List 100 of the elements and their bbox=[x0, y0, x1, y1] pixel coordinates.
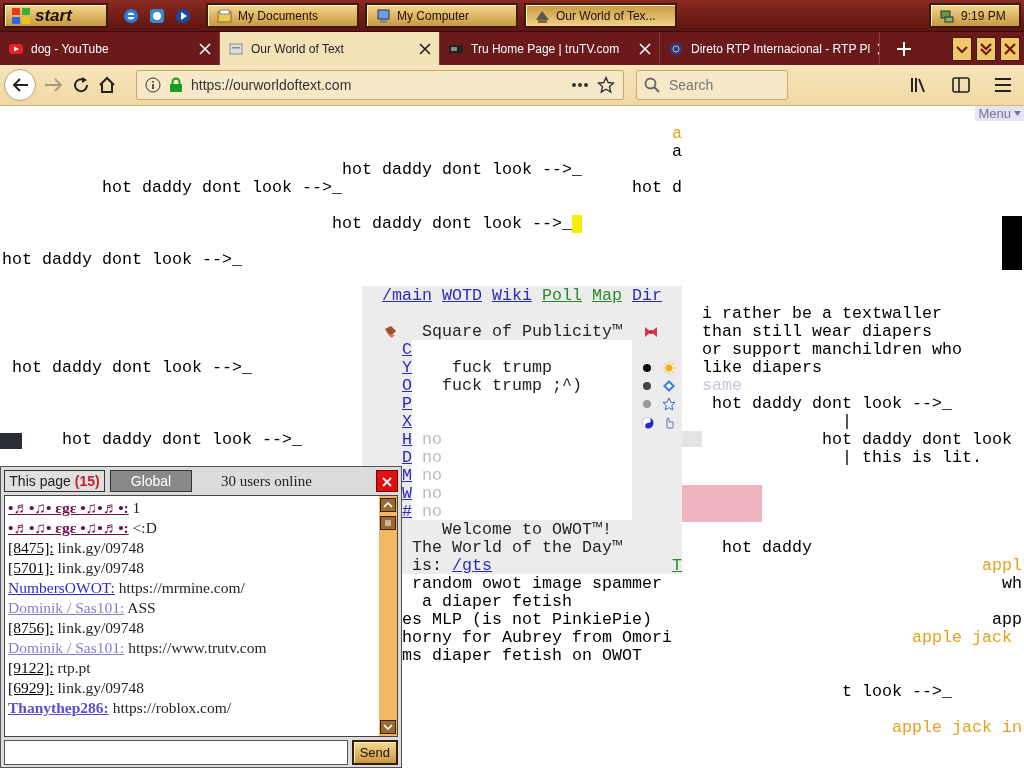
chat-tab[interactable]: Global bbox=[110, 470, 192, 492]
dot-icon[interactable] bbox=[642, 381, 652, 391]
media-player-icon[interactable] bbox=[174, 6, 192, 25]
canvas-text: t look -->_ bbox=[842, 683, 952, 701]
canvas-text: | this is lit. bbox=[842, 449, 982, 467]
canvas-text: hot daddy bbox=[722, 539, 812, 557]
canvas-text: a diaper fetish bbox=[422, 593, 572, 611]
network-icon bbox=[939, 7, 955, 24]
letter-link[interactable]: M bbox=[402, 467, 412, 485]
search-field[interactable]: Search bbox=[636, 70, 788, 100]
browser-e-icon[interactable] bbox=[122, 6, 140, 25]
scrollbar[interactable] bbox=[379, 496, 397, 736]
close-icon bbox=[382, 477, 392, 488]
canvas-text: i rather be a textwaller bbox=[702, 305, 942, 323]
app-icon[interactable] bbox=[148, 6, 166, 25]
canvas-text: is: bbox=[412, 557, 442, 575]
nav-link[interactable]: Map bbox=[592, 287, 622, 305]
canvas-text: hot daddy dont look -->_ bbox=[12, 359, 252, 377]
chat-message: •♬•♫• εgε •♫•♬•: <:D bbox=[8, 518, 158, 538]
dark-block bbox=[0, 433, 22, 449]
close-icon[interactable] bbox=[1000, 36, 1020, 61]
letter-link[interactable]: H bbox=[402, 431, 412, 449]
caret-icon bbox=[1014, 111, 1021, 116]
search-icon bbox=[644, 77, 660, 93]
scroll-down-icon[interactable] bbox=[380, 720, 396, 734]
canvas-text: like diapers bbox=[702, 359, 822, 377]
taskbar-button[interactable]: My Computer bbox=[365, 3, 518, 28]
folder-icon bbox=[216, 7, 233, 24]
caret-icon[interactable] bbox=[952, 36, 972, 61]
clock-time: 9:19 PM bbox=[961, 7, 1006, 25]
canvas-text: a bbox=[672, 125, 682, 143]
panel-title: Square of Publicity™ bbox=[422, 323, 622, 341]
yin-yang-icon[interactable] bbox=[642, 417, 654, 429]
canvas-text: or support manchildren who bbox=[702, 341, 962, 359]
library-icon[interactable] bbox=[910, 77, 928, 93]
taskbar-button[interactable]: Our World of Tex... bbox=[524, 3, 677, 28]
letter-link[interactable]: C bbox=[402, 341, 412, 359]
letter-link[interactable]: # bbox=[402, 503, 412, 521]
scroll-up-icon[interactable] bbox=[380, 498, 396, 512]
nav-link[interactable]: WOTD bbox=[442, 287, 482, 305]
chat-message: NumbersOWOT: https://mrmine.com/ bbox=[8, 578, 246, 598]
double-caret-icon[interactable] bbox=[976, 36, 996, 61]
chat-message: Dominik / Sas101: https://www.trutv.com bbox=[8, 638, 268, 658]
letter-link[interactable]: X bbox=[402, 413, 412, 431]
globe-icon bbox=[668, 40, 684, 57]
address-bar[interactable]: https://ourworldoftext.com bbox=[136, 70, 624, 100]
scroll-thumb-icon[interactable] bbox=[380, 516, 396, 530]
back-arrow-icon bbox=[11, 77, 29, 93]
canvas-text: The World of the Day™ bbox=[412, 539, 622, 557]
dot-icon[interactable] bbox=[642, 363, 652, 373]
close-icon[interactable] bbox=[419, 42, 431, 55]
chocolate-icon bbox=[383, 325, 397, 339]
chat-message: [8756]: link.gy/09748 bbox=[8, 618, 146, 638]
letter-link[interactable]: Y bbox=[402, 359, 412, 377]
send-button[interactable]: Send bbox=[351, 740, 398, 765]
nav-link[interactable]: Wiki bbox=[492, 287, 532, 305]
reload-icon[interactable] bbox=[72, 76, 90, 94]
letter-link[interactable]: W bbox=[402, 485, 412, 503]
info-icon bbox=[145, 77, 161, 93]
chat-message: •♬•♫• εgε •♫•♬•: 1 bbox=[8, 498, 142, 518]
canvas-text: hot d bbox=[632, 179, 682, 197]
canvas-text: random owot image spammer bbox=[412, 575, 662, 593]
world-link[interactable]: /gts bbox=[452, 557, 492, 575]
canvas-text: a bbox=[672, 143, 682, 161]
nav-link[interactable]: /main bbox=[382, 287, 432, 305]
chat-message: Dominik / Sas101: ASS bbox=[8, 598, 157, 618]
lock-icon bbox=[169, 77, 183, 93]
chat-input[interactable] bbox=[4, 740, 348, 765]
more-icon[interactable] bbox=[571, 82, 589, 88]
browser-tab[interactable]: Our World of Text bbox=[220, 32, 440, 65]
canvas-text: no bbox=[422, 449, 442, 467]
home-icon[interactable] bbox=[98, 76, 116, 94]
letter-link[interactable]: O bbox=[402, 377, 412, 395]
sidebar-icon[interactable] bbox=[952, 77, 970, 93]
diamond-icon[interactable] bbox=[662, 379, 676, 393]
star-icon[interactable] bbox=[662, 397, 676, 411]
online-count: 30 users online bbox=[221, 472, 312, 490]
nav-link[interactable]: Dir bbox=[632, 287, 662, 305]
canvas-text: no bbox=[422, 485, 442, 503]
letter-link[interactable]: P bbox=[402, 395, 412, 413]
canvas-text: same bbox=[702, 377, 742, 395]
star-icon[interactable] bbox=[597, 76, 615, 94]
canvas-text: hot daddy dont look -->_ bbox=[2, 251, 242, 269]
start-button[interactable]: start bbox=[3, 3, 108, 28]
letter-link[interactable]: D bbox=[402, 449, 412, 467]
computer-icon bbox=[375, 7, 392, 24]
nav-link[interactable]: Poll bbox=[542, 287, 582, 305]
canvas-text: fuck trump bbox=[452, 359, 552, 377]
back-button[interactable] bbox=[4, 69, 36, 101]
canvas-text: app bbox=[992, 611, 1022, 629]
menu-button[interactable]: Menu bbox=[975, 106, 1024, 121]
canvas-text: apple jack in bbox=[892, 719, 1022, 737]
menu-icon[interactable] bbox=[994, 77, 1012, 93]
close-button[interactable] bbox=[376, 470, 398, 492]
chat-tab[interactable]: This page (15) bbox=[4, 470, 105, 492]
corner-link[interactable]: T bbox=[672, 557, 682, 575]
new-tab-icon[interactable] bbox=[896, 41, 912, 57]
taskbar-button[interactable]: My Documents bbox=[206, 3, 359, 28]
solid-block bbox=[1002, 216, 1022, 270]
dot-icon[interactable] bbox=[642, 399, 652, 409]
